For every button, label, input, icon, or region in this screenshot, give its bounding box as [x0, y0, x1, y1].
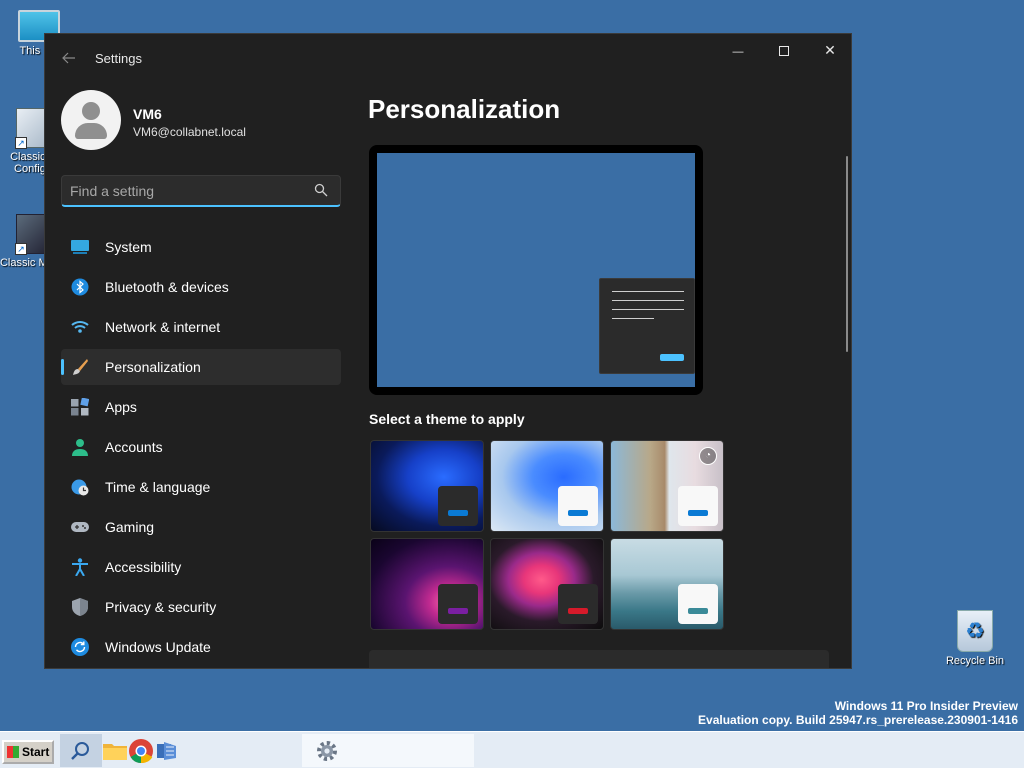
spotlight-icon: ◔ — [699, 447, 717, 465]
preview-wallpaper — [377, 153, 695, 387]
settings-card[interactable] — [369, 650, 829, 668]
user-name: VM6 — [133, 106, 162, 122]
bluetooth-icon — [71, 278, 89, 296]
update-icon — [71, 638, 89, 656]
windows-watermark: Windows 11 Pro Insider Preview Evaluatio… — [698, 699, 1018, 727]
sidebar-item-label: Gaming — [105, 519, 155, 535]
theme-heading: Select a theme to apply — [369, 411, 525, 427]
search-icon — [314, 183, 328, 197]
preview-dialog — [599, 278, 695, 374]
shield-icon — [72, 598, 88, 616]
avatar[interactable] — [61, 90, 121, 150]
close-icon: ✕ — [824, 42, 836, 58]
page-title: Personalization — [368, 94, 561, 124]
sidebar-item-gaming[interactable]: Gaming — [61, 509, 341, 545]
sidebar-item-label: Apps — [105, 399, 137, 415]
taskbar: Start — [0, 731, 1024, 768]
sidebar-item-label: Personalization — [105, 359, 201, 375]
maximize-icon — [779, 46, 789, 57]
minimize-icon: — — [732, 46, 744, 58]
search-input[interactable] — [70, 181, 300, 201]
settings-window: Settings — ✕ VM6 VM6@collabnet.local Sys… — [44, 33, 852, 669]
minimize-button[interactable]: — — [715, 34, 761, 66]
system-icon — [71, 240, 89, 254]
watermark-line1: Windows 11 Pro Insider Preview — [834, 699, 1018, 713]
sidebar-item-label: Network & internet — [105, 319, 221, 335]
sidebar-item-personalization[interactable]: Personalization — [61, 349, 341, 385]
window-title: Settings — [95, 51, 142, 66]
sidebar-item-bluetooth[interactable]: Bluetooth & devices — [61, 269, 341, 305]
sidebar-item-label: Time & language — [105, 479, 211, 495]
user-email: VM6@collabnet.local — [133, 125, 246, 139]
sidebar-item-label: Accessibility — [105, 559, 182, 575]
wifi-icon — [71, 321, 89, 333]
server-manager-icon[interactable] — [154, 738, 180, 764]
back-arrow-icon — [62, 52, 75, 64]
desktop-icon-recycle-bin[interactable]: ♻ Recycle Bin — [940, 610, 1010, 667]
accounts-icon — [72, 439, 88, 456]
accessibility-icon — [72, 558, 88, 576]
chrome-icon[interactable] — [128, 738, 154, 764]
theme-tile-glow[interactable] — [370, 538, 484, 630]
sidebar-item-label: Privacy & security — [105, 599, 217, 615]
settings-gear-icon[interactable] — [314, 738, 340, 764]
file-explorer-icon[interactable] — [102, 738, 128, 764]
close-button[interactable]: ✕ — [807, 34, 851, 66]
sidebar-item-time-language[interactable]: Time & language — [61, 469, 341, 505]
sidebar-item-accounts[interactable]: Accounts — [61, 429, 341, 465]
sidebar-item-label: System — [105, 239, 152, 255]
sidebar-item-apps[interactable]: Apps — [61, 389, 341, 425]
sidebar-item-privacy[interactable]: Privacy & security — [61, 589, 341, 625]
scrollbar[interactable] — [846, 156, 848, 352]
sidebar-item-system[interactable]: System — [61, 229, 341, 265]
theme-tile-light-bloom[interactable] — [490, 440, 604, 532]
search-icon[interactable] — [68, 738, 94, 764]
watermark-line2: Evaluation copy. Build 25947.rs_prerelea… — [698, 713, 1018, 727]
start-button[interactable]: Start — [2, 740, 54, 764]
brush-icon — [73, 359, 88, 375]
sidebar-item-network[interactable]: Network & internet — [61, 309, 341, 345]
windows-flag-icon — [7, 746, 19, 758]
start-label: Start — [22, 745, 50, 759]
theme-tile-flow[interactable] — [610, 538, 724, 630]
back-button[interactable] — [59, 48, 79, 68]
title-bar[interactable]: Settings — ✕ — [45, 34, 851, 82]
sidebar-item-label: Accounts — [105, 439, 163, 455]
search-box[interactable] — [61, 175, 341, 207]
theme-tile-spotlight[interactable]: ◔ — [610, 440, 724, 532]
sidebar-item-accessibility[interactable]: Accessibility — [61, 549, 341, 585]
globe-clock-icon — [71, 479, 89, 496]
desktop-icon-label: Recycle Bin — [945, 655, 1005, 667]
maximize-button[interactable] — [761, 34, 807, 66]
theme-preview — [369, 145, 703, 395]
recycle-bin-icon: ♻ — [957, 610, 993, 652]
sidebar-nav: System Bluetooth & devices Network & int… — [61, 229, 341, 668]
sidebar-item-label: Bluetooth & devices — [105, 279, 229, 295]
gamepad-icon — [71, 522, 89, 532]
theme-tile-captured-motion[interactable] — [490, 538, 604, 630]
sidebar-item-windows-update[interactable]: Windows Update — [61, 629, 341, 665]
apps-icon — [71, 398, 89, 416]
theme-tile-dark-bloom[interactable] — [370, 440, 484, 532]
sidebar-item-label: Windows Update — [105, 639, 211, 655]
